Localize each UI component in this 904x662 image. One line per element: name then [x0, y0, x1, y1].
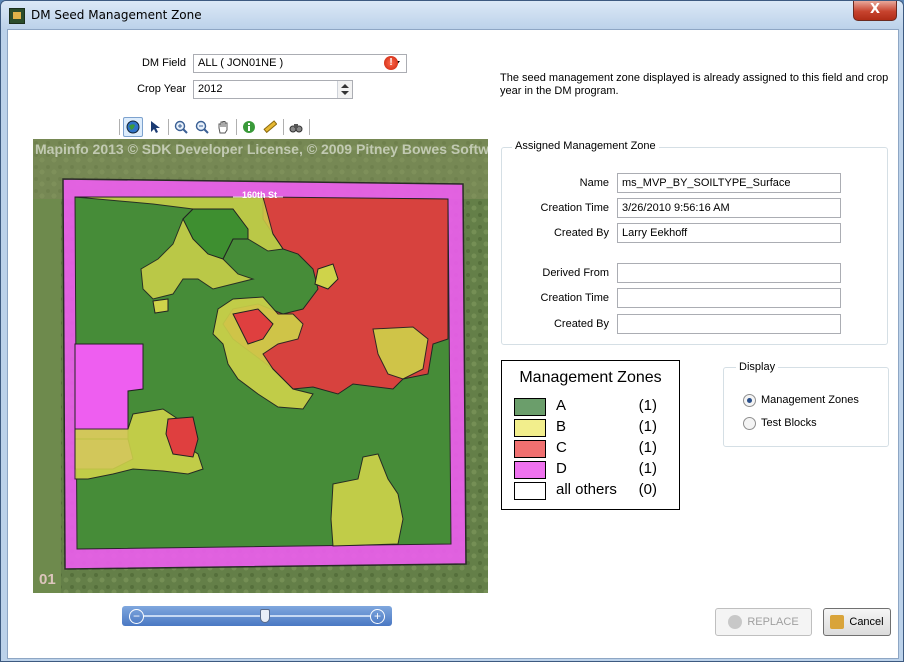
exit-door-icon	[830, 615, 845, 629]
replace-button-label: REPLACE	[747, 616, 799, 628]
legend-item: C (1)	[514, 439, 669, 458]
legend-item: A (1)	[514, 397, 669, 416]
window-title: DM Seed Management Zone	[31, 8, 202, 22]
dialog-client: DM Field ALL ( JON01NE ) ! Crop Year 201…	[7, 29, 899, 659]
toolbar-separator	[309, 119, 310, 135]
map-view[interactable]: Mapinfo 2013 © SDK Developer License, © …	[33, 139, 488, 593]
chevron-down-icon[interactable]	[341, 91, 349, 95]
select-arrow-icon[interactable]	[146, 118, 164, 136]
zone-legend: Management Zones A (1) B (1) C (1) D (1)	[501, 360, 680, 510]
zoom-minus-button[interactable]: −	[129, 609, 144, 624]
name-value: ms_MVP_BY_SOILTYPE_Surface	[622, 177, 791, 189]
app-icon	[9, 8, 25, 24]
derived-from-label: Derived From	[542, 267, 609, 279]
globe-icon[interactable]	[123, 117, 143, 137]
cancel-button-label: Cancel	[849, 616, 884, 628]
legend-swatch	[514, 440, 546, 458]
created-by-label: Created By	[553, 227, 609, 239]
name-field: ms_MVP_BY_SOILTYPE_Surface	[617, 173, 841, 193]
replace-button[interactable]: REPLACE	[715, 608, 812, 636]
legend-item-count: (1)	[638, 439, 657, 456]
toolbar-separator	[168, 119, 169, 135]
legend-item-count: (0)	[638, 481, 657, 498]
legend-swatch	[514, 398, 546, 416]
legend-swatch	[514, 419, 546, 437]
title-bar: DM Seed Management Zone X	[1, 1, 903, 29]
derived-from-field	[617, 263, 841, 283]
zoom-thumb[interactable]	[260, 609, 270, 623]
legend-item-name: all others	[556, 481, 617, 498]
zoom-plus-button[interactable]: +	[370, 609, 385, 624]
crop-year-value: 2012	[198, 83, 223, 95]
created-by-value: Larry Eekhoff	[622, 227, 688, 239]
legend-title: Management Zones	[519, 369, 662, 386]
legend-item-count: (1)	[638, 418, 657, 435]
info-icon[interactable]	[240, 118, 258, 136]
zoom-track[interactable]	[144, 615, 370, 617]
created-by-field: Larry Eekhoff	[617, 223, 841, 243]
map-copyright: Mapinfo 2013 © SDK Developer License, © …	[35, 141, 488, 157]
legend-item-name: B	[556, 418, 567, 435]
legend-item-name: D	[556, 460, 567, 477]
map-toolbar	[118, 116, 313, 138]
radio-management-zones-label[interactable]: Management Zones	[761, 394, 859, 406]
zoom-in-icon[interactable]	[172, 118, 190, 136]
legend-item-count: (1)	[638, 460, 657, 477]
dm-field-dropdown[interactable]: ALL ( JON01NE )	[193, 54, 407, 73]
legend-item-name: C	[556, 439, 567, 456]
creation-time-value: 3/26/2010 9:56:16 AM	[622, 202, 730, 214]
display-title: Display	[736, 361, 779, 373]
checkmark-icon	[728, 615, 743, 629]
legend-item: D (1)	[514, 460, 669, 479]
legend-item: all others (0)	[514, 481, 669, 500]
creation-time-2-field	[617, 288, 841, 308]
zoom-slider[interactable]: − +	[122, 606, 392, 626]
dm-field-label: DM Field	[141, 57, 186, 69]
creation-time-field: 3/26/2010 9:56:16 AM	[617, 198, 841, 218]
created-by-2-field	[617, 314, 841, 334]
radio-management-zones[interactable]	[743, 394, 756, 407]
pan-hand-icon[interactable]	[214, 118, 232, 136]
info-text: The seed management zone displayed is al…	[500, 72, 889, 97]
dm-field-value: ALL ( JON01NE )	[198, 57, 284, 69]
creation-time-label: Creation Time	[540, 202, 609, 214]
display-group: Display	[723, 361, 889, 447]
radio-test-blocks-label[interactable]: Test Blocks	[761, 417, 817, 429]
crop-year-stepper[interactable]: 2012	[193, 80, 353, 99]
dialog-window: DM Seed Management Zone X DM Field ALL (…	[0, 0, 904, 662]
road-label: 160th St	[242, 190, 278, 200]
ruler-icon[interactable]	[261, 118, 279, 136]
legend-item: B (1)	[514, 418, 669, 437]
creation-time-2-label: Creation Time	[540, 292, 609, 304]
legend-swatch	[514, 461, 546, 479]
legend-item-name: A	[556, 397, 567, 414]
warning-icon[interactable]: !	[384, 56, 398, 70]
toolbar-separator	[283, 119, 284, 135]
assigned-zone-title: Assigned Management Zone	[512, 140, 659, 152]
stepper-buttons[interactable]	[337, 81, 352, 98]
legend-item-count: (1)	[638, 397, 657, 414]
name-label: Name	[579, 177, 609, 189]
created-by-2-label: Created By	[553, 318, 609, 330]
toolbar-separator	[119, 119, 120, 135]
crop-year-label: Crop Year	[137, 83, 186, 95]
radio-test-blocks[interactable]	[743, 417, 756, 430]
binoculars-icon[interactable]	[287, 118, 305, 136]
chevron-up-icon[interactable]	[341, 84, 349, 88]
close-button[interactable]: X	[853, 1, 897, 21]
field-label: 01	[39, 571, 56, 588]
toolbar-separator	[236, 119, 237, 135]
legend-swatch	[514, 482, 546, 500]
zoom-out-icon[interactable]	[193, 118, 211, 136]
cancel-button[interactable]: Cancel	[823, 608, 891, 636]
